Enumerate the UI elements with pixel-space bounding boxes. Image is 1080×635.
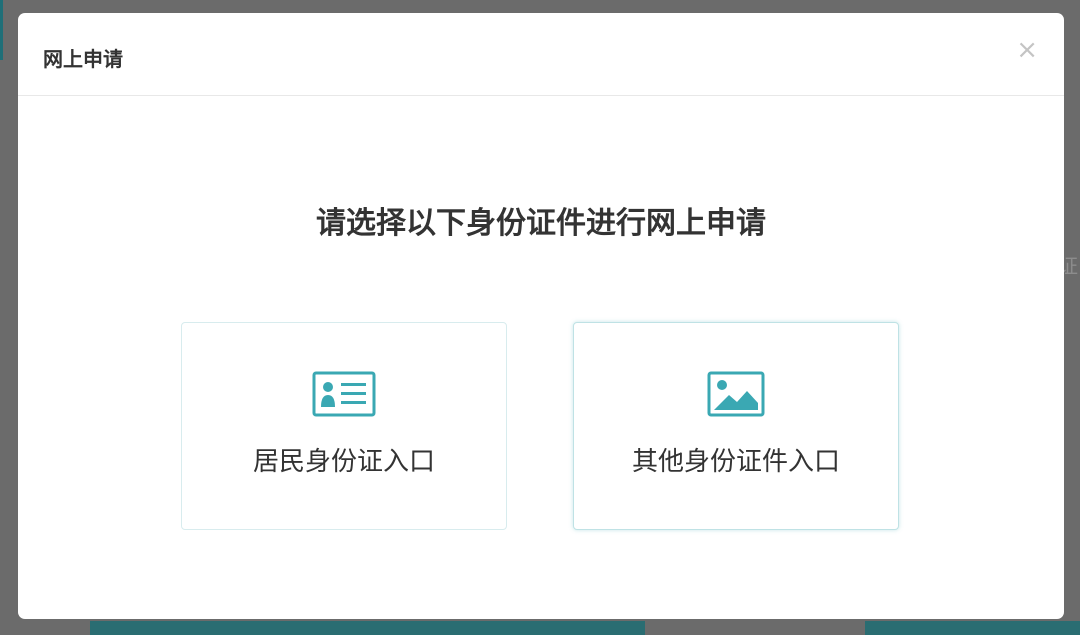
resident-id-card-option[interactable]: 居民身份证入口 bbox=[181, 322, 507, 530]
close-button[interactable]: × bbox=[1016, 37, 1038, 63]
application-dialog: 网上申请 × 请选择以下身份证件进行网上申请 居民身份证入口 其他身份证件入口 bbox=[18, 13, 1064, 619]
background-bottom-bar bbox=[90, 621, 1080, 635]
dialog-title: 网上申请 bbox=[43, 47, 123, 71]
background-edge bbox=[0, 0, 3, 60]
other-id-document-label: 其他身份证件入口 bbox=[631, 447, 840, 477]
image-icon bbox=[707, 371, 765, 421]
selection-prompt: 请选择以下身份证件进行网上申请 bbox=[316, 206, 766, 241]
resident-id-card-label: 居民身份证入口 bbox=[252, 447, 435, 477]
dialog-header: 网上申请 × bbox=[18, 13, 1064, 96]
id-card-icon bbox=[312, 371, 376, 421]
other-id-document-option[interactable]: 其他身份证件入口 bbox=[573, 322, 899, 530]
